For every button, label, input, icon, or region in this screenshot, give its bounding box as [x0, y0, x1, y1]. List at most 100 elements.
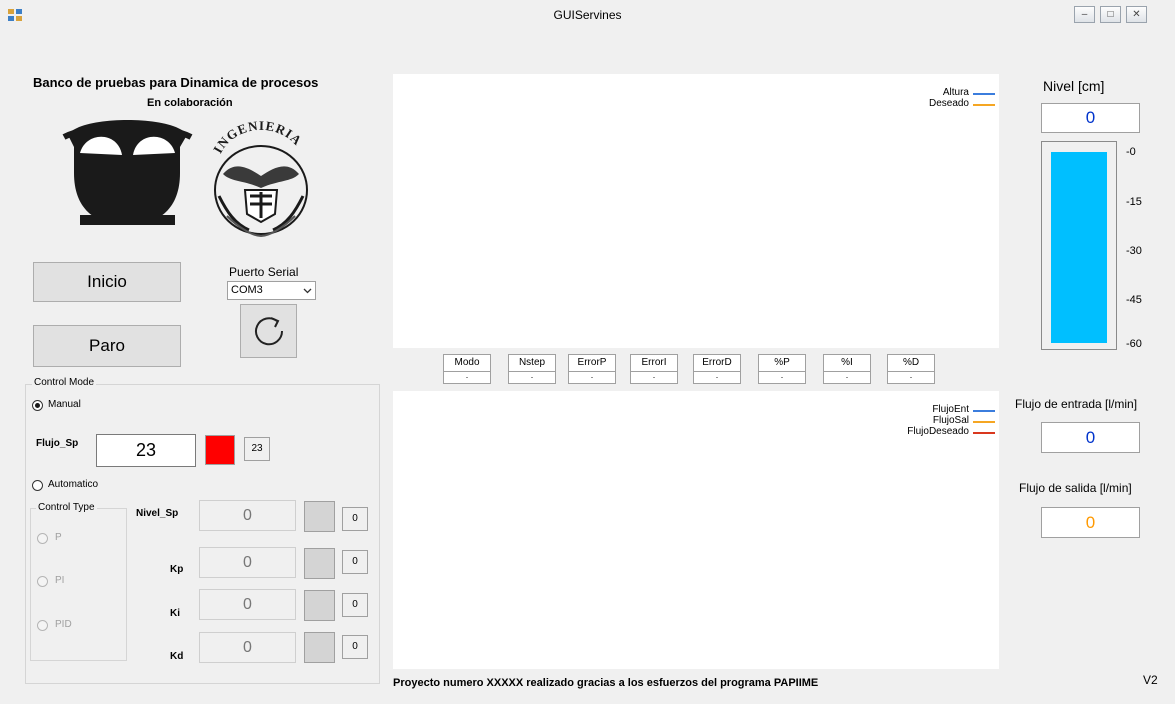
- nivel-label: Nivel [cm]: [1043, 78, 1105, 94]
- nivel-sp-label: Nivel_Sp: [136, 508, 179, 519]
- control-type-label: Control Type: [36, 502, 97, 513]
- gauge-tick-label: -60: [1126, 338, 1142, 350]
- status-col-errorp: ErrorP.: [568, 354, 616, 384]
- legend-altura: Altura: [879, 87, 999, 98]
- ki-swatch: [304, 590, 335, 621]
- level-gauge: [1041, 141, 1117, 350]
- nivel-sp-echo: 0: [342, 507, 368, 531]
- kp-input[interactable]: 0: [199, 547, 296, 578]
- stop-button[interactable]: Paro: [33, 325, 181, 367]
- flujo-sp-echo: 23: [244, 437, 270, 461]
- control-type-pid-radio[interactable]: [37, 620, 48, 631]
- logo-ingenieria: INGENIERIA: [210, 118, 308, 238]
- status-value: .: [508, 371, 556, 384]
- gauge-tick-label: -45: [1126, 294, 1142, 306]
- control-type-p-label: P: [55, 532, 62, 543]
- legend-flujoent-line: [973, 410, 995, 412]
- ki-echo: 0: [342, 593, 368, 617]
- status-value: .: [823, 371, 871, 384]
- legend-altura-line: [973, 93, 995, 95]
- flujo-sp-input[interactable]: 23: [96, 434, 196, 467]
- seal-text: INGENIERIA: [210, 118, 304, 156]
- level-gauge-fill: [1051, 152, 1107, 343]
- ki-label: Ki: [170, 608, 180, 619]
- chevron-down-icon: [303, 288, 312, 294]
- status-col-errori: ErrorI.: [630, 354, 678, 384]
- refresh-button[interactable]: [240, 304, 297, 358]
- legend-deseado: Deseado: [879, 98, 999, 109]
- status-value: .: [630, 371, 678, 384]
- legend-flujoent-label: FlujoEnt: [932, 404, 969, 415]
- gauge-tick-label: -15: [1126, 196, 1142, 208]
- minimize-button[interactable]: –: [1074, 6, 1095, 23]
- legend-altura-label: Altura: [942, 87, 969, 98]
- legend-deseado-label: Deseado: [928, 98, 969, 109]
- flujo-salida-value: 0: [1041, 507, 1140, 538]
- control-type-pid-label: PID: [55, 619, 72, 630]
- manual-label: Manual: [48, 399, 81, 410]
- status-value: .: [693, 371, 741, 384]
- nivel-sp-input[interactable]: 0: [199, 500, 296, 531]
- flujo-sp-label: Flujo_Sp: [36, 438, 79, 449]
- logo-left: [62, 120, 193, 225]
- kd-input[interactable]: 0: [199, 632, 296, 663]
- control-type-p-radio[interactable]: [37, 533, 48, 544]
- svg-text:INGENIERIA: INGENIERIA: [210, 118, 305, 156]
- kd-label: Kd: [170, 651, 184, 662]
- footer-text: Proyecto numero XXXXX realizado gracias …: [393, 677, 819, 689]
- legend-flujodeseado-label: FlujoDeseado: [907, 426, 969, 437]
- gauge-tick-label: -0: [1126, 146, 1136, 158]
- close-button[interactable]: ✕: [1126, 6, 1147, 23]
- serial-port-select[interactable]: COM3: [227, 281, 316, 300]
- legend-flujosal-label: FlujoSal: [932, 415, 969, 426]
- status-col-errord: ErrorD.: [693, 354, 741, 384]
- manual-radio[interactable]: [32, 400, 43, 411]
- gauge-tick-label: -30: [1126, 245, 1142, 257]
- status-col-pcti: %I.: [823, 354, 871, 384]
- serial-port-value: COM3: [231, 284, 263, 296]
- app-heading: Banco de pruebas para Dinamica de proces…: [33, 75, 319, 90]
- legend-flujodeseado: FlujoDeseado: [859, 426, 999, 437]
- flujo-entrada-label: Flujo de entrada [l/min]: [1015, 397, 1138, 411]
- automatico-label: Automatico: [48, 479, 99, 490]
- serial-port-label: Puerto Serial: [229, 265, 299, 279]
- maximize-button[interactable]: □: [1100, 6, 1121, 23]
- kp-swatch: [304, 548, 335, 579]
- nivel-value: 0: [1041, 103, 1140, 133]
- status-col-pctp: %P.: [758, 354, 806, 384]
- legend-flujosal: FlujoSal: [859, 415, 999, 426]
- nivel-sp-swatch: [304, 501, 335, 532]
- control-type-pi-label: PI: [55, 575, 65, 586]
- flujo-salida-label: Flujo de salida [l/min]: [1019, 481, 1132, 495]
- kd-swatch: [304, 632, 335, 663]
- status-value: .: [758, 371, 806, 384]
- status-col-modo: Modo.: [443, 354, 491, 384]
- refresh-icon: [255, 317, 284, 346]
- app-subheading: En colaboración: [147, 97, 233, 109]
- status-col-pctd: %D.: [887, 354, 935, 384]
- legend-flujosal-line: [973, 421, 995, 423]
- kd-echo: 0: [342, 635, 368, 659]
- control-mode-label: Control Mode: [32, 377, 97, 388]
- version-label: V2: [1143, 673, 1158, 687]
- flujo-entrada-value: 0: [1041, 422, 1140, 453]
- automatico-radio[interactable]: [32, 480, 43, 491]
- start-button[interactable]: Inicio: [33, 262, 181, 302]
- kp-echo: 0: [342, 550, 368, 574]
- status-col-nstep: Nstep.: [508, 354, 556, 384]
- control-type-pi-radio[interactable]: [37, 576, 48, 587]
- kp-label: Kp: [170, 564, 184, 575]
- flujo-sp-swatch: [205, 435, 235, 465]
- maximize-icon: □: [1107, 9, 1114, 20]
- level-plot[interactable]: Altura Deseado: [393, 74, 999, 348]
- legend-deseado-line: [973, 104, 995, 106]
- window-title: GUIServines: [553, 8, 622, 22]
- ki-input[interactable]: 0: [199, 589, 296, 620]
- status-value: .: [887, 371, 935, 384]
- legend-flujodeseado-line: [973, 432, 995, 434]
- flow-plot[interactable]: FlujoEnt FlujoSal FlujoDeseado: [393, 391, 999, 669]
- legend-flujoent: FlujoEnt: [859, 404, 999, 415]
- minimize-icon: –: [1081, 9, 1088, 20]
- status-value: .: [443, 371, 491, 384]
- close-icon: ✕: [1132, 9, 1141, 20]
